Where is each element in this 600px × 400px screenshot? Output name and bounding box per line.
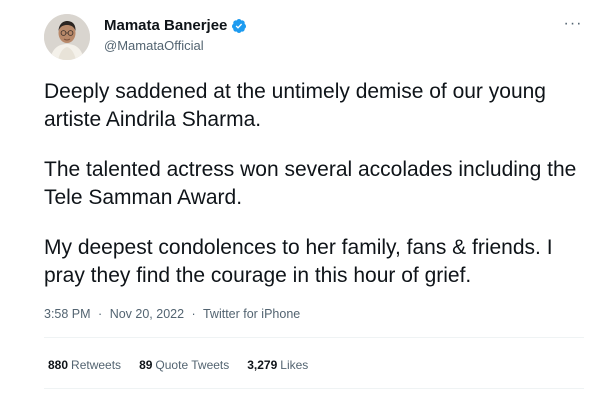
author-name-row[interactable]: Mamata Banerjee xyxy=(104,17,247,35)
likes-label: Likes xyxy=(280,358,309,372)
avatar-image xyxy=(44,14,90,60)
tweet-paragraph: The talented actress won several accolad… xyxy=(44,158,577,209)
meta-separator: · xyxy=(191,307,196,321)
tweet-paragraph: My deepest condolences to her family, fa… xyxy=(44,236,553,287)
retweets-stat[interactable]: 880 Retweets xyxy=(48,357,121,373)
quote-tweets-count: 89 xyxy=(139,358,153,372)
more-options-icon: ··· xyxy=(563,15,583,32)
tweet-source-link[interactable]: Twitter for iPhone xyxy=(203,307,300,321)
likes-stat[interactable]: 3,279 Likes xyxy=(247,357,308,373)
verified-badge-icon xyxy=(231,18,247,34)
divider xyxy=(44,388,584,389)
divider xyxy=(44,337,584,338)
meta-separator: · xyxy=(98,307,103,321)
tweet-text: Deeply saddened at the untimely demise o… xyxy=(44,78,584,290)
more-options-button[interactable]: ··· xyxy=(558,12,588,36)
author-name[interactable]: Mamata Banerjee xyxy=(104,17,227,35)
likes-count: 3,279 xyxy=(247,358,278,372)
engagement-stats: 880 Retweets 89 Quote Tweets 3,279 Likes xyxy=(48,357,308,373)
tweet-date[interactable]: Nov 20, 2022 xyxy=(110,307,184,321)
author-handle[interactable]: @MamataOfficial xyxy=(104,38,204,54)
tweet-card: Mamata Banerjee @MamataOfficial ··· Deep… xyxy=(0,0,600,400)
retweets-count: 880 xyxy=(48,358,69,372)
quote-tweets-stat[interactable]: 89 Quote Tweets xyxy=(139,357,229,373)
tweet-time[interactable]: 3:58 PM xyxy=(44,307,91,321)
retweets-label: Retweets xyxy=(71,358,122,372)
quote-tweets-label: Quote Tweets xyxy=(155,358,230,372)
tweet-paragraph: Deeply saddened at the untimely demise o… xyxy=(44,80,546,131)
avatar[interactable] xyxy=(44,14,90,60)
tweet-meta: 3:58 PM · Nov 20, 2022 · Twitter for iPh… xyxy=(44,306,300,322)
